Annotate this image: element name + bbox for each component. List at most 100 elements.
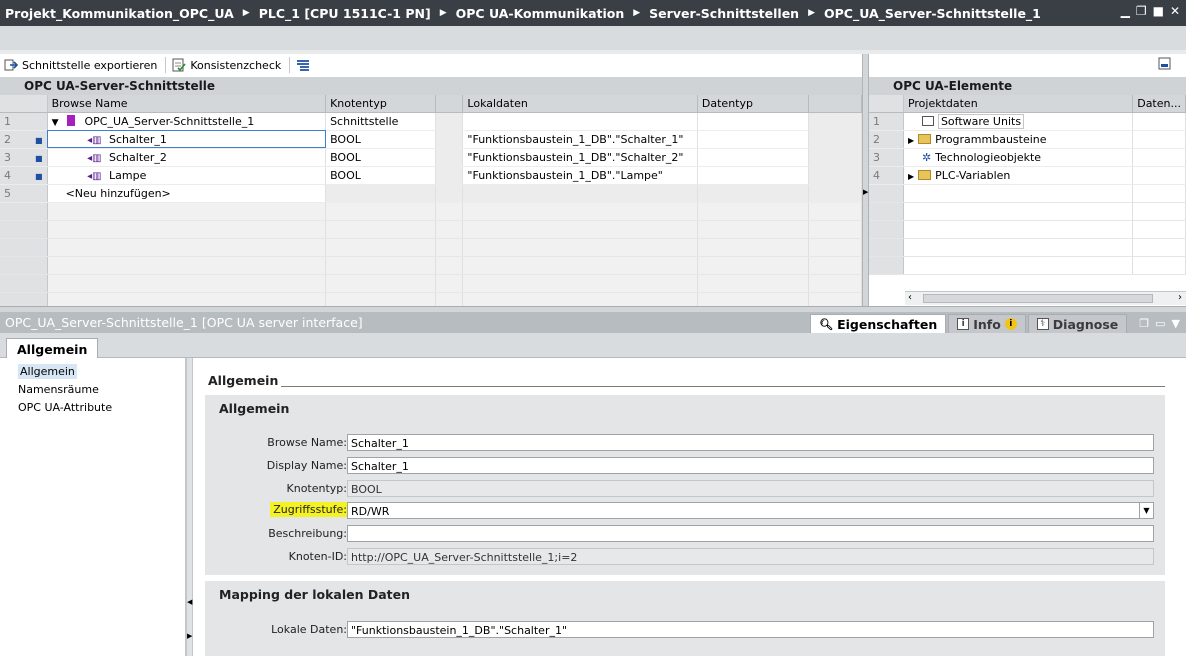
expand-right-arrow-icon[interactable]: ▶ [863,188,868,196]
restore-icon[interactable]: ❐ [1136,4,1147,18]
breadcrumb-separator-icon: ▶ [633,8,641,18]
browse-name-cell[interactable]: ◂▥ Lampe [47,166,327,185]
data-cell [1132,148,1186,167]
node-type-cell[interactable]: BOOL [325,166,437,185]
float-window-icon[interactable]: ❐ [1139,317,1149,330]
expand-arrow-icon[interactable]: ▶ [908,172,914,181]
display-name-field[interactable]: Schalter_1 [347,457,1154,474]
dropdown-arrow-icon[interactable]: ▼ [1139,503,1153,518]
column-data-type[interactable]: Datentyp [697,95,810,113]
collapse-arrow-icon[interactable]: ▼ [52,118,59,128]
tab-diagnose[interactable]: ⚕ Diagnose [1027,314,1128,333]
tab-properties[interactable]: 🔍︎ Eigenschaften [810,314,947,333]
breadcrumb-plc[interactable]: PLC_1 [CPU 1511C-1 PN] [259,6,431,21]
collapse-nav-arrow-icon[interactable]: ◀ [187,598,192,606]
browse-name-cell[interactable]: ◂▥ Schalter_1 [47,130,327,149]
empty-cell [462,220,698,239]
empty-cell [47,202,327,221]
display-name-label: Display Name: [266,459,347,472]
scroll-right-icon[interactable]: › [1178,292,1182,303]
tree-item-plc-tags[interactable]: ▶ PLC-Variablen [903,166,1134,185]
data-type-cell[interactable] [697,166,810,185]
minimize-panel-icon[interactable]: ▭ [1155,317,1165,330]
empty-cell [697,220,810,239]
horizontal-scrollbar[interactable]: ‹ › [905,291,1186,305]
vertical-splitter[interactable]: ▶ [862,54,869,306]
close-icon[interactable]: ✕ [1170,4,1180,18]
breadcrumb-server-interfaces[interactable]: Server-Schnittstellen [649,6,799,21]
empty-cell [808,256,862,275]
data-type-cell[interactable] [697,130,810,149]
column-filler [808,95,862,113]
tree-item-software-units[interactable]: Software Units [903,112,1134,131]
browse-name-cell[interactable]: <Neu hinzufügen> [47,184,327,203]
tree-item-program-blocks[interactable]: ▶ Programmbausteine [903,130,1134,149]
empty-row [869,184,1186,203]
row-number-text: 2 [4,132,11,146]
data-type-cell[interactable] [697,112,810,131]
tree-item[interactable]: 3 ✲ Technologieobjekte [869,148,1186,167]
minimize-icon[interactable]: ▁ [1121,4,1130,18]
tree-item-technology-objects[interactable]: ✲ Technologieobjekte [903,148,1134,167]
expand-nav-arrow-icon[interactable]: ▶ [187,632,192,640]
description-field[interactable] [347,525,1154,542]
local-data-cell[interactable] [462,112,698,131]
tree-item[interactable]: 2 ▶ Programmbausteine [869,130,1186,149]
column-local-data[interactable]: Lokaldaten [462,95,698,113]
column-project-data[interactable]: Projektdaten [903,95,1134,113]
scrollbar-thumb[interactable] [923,294,1153,303]
column-node-type[interactable]: Knotentyp [325,95,437,113]
node-type-cell[interactable]: BOOL [325,130,437,149]
local-data-cell[interactable]: "Funktionsbaustein_1_DB"."Schalter_1" [462,130,698,149]
nav-item-namespaces[interactable]: Namensräume [0,380,185,398]
scroll-left-icon[interactable]: ‹ [908,292,912,303]
table-row[interactable]: 2 ■ ◂▥ Schalter_1 BOOL "Funktionsbaustein… [0,130,862,149]
node-type-cell[interactable]: BOOL [325,148,437,167]
breadcrumb-project[interactable]: Projekt_Kommunikation_OPC_UA [5,6,234,21]
table-row[interactable]: 4 ■ ◂▥ Lampe BOOL "Funktionsbaustein_1_DB… [0,166,862,185]
empty-cell [435,238,464,257]
collapse-panel-icon[interactable]: ▼ [1172,317,1180,330]
panel-settings-icon[interactable] [1158,57,1172,74]
column-blank[interactable] [435,95,464,113]
nav-item-allgemein[interactable]: Allgemein [0,362,185,380]
nav-item-opcua-attributes[interactable]: OPC UA-Attribute [0,398,185,416]
add-new-row[interactable]: 5 <Neu hinzufügen> [0,184,862,203]
browse-name-field[interactable]: Schalter_1 [347,434,1154,451]
browse-name: Schalter_2 [109,150,167,164]
data-type-cell[interactable] [697,148,810,167]
node-type-cell[interactable]: Schnittstelle [325,112,437,131]
column-data[interactable]: Daten... [1132,95,1186,113]
local-data-label: Lokale Daten: [271,623,347,636]
local-data-cell[interactable]: "Funktionsbaustein_1_DB"."Lampe" [462,166,698,185]
empty-cell [808,220,862,239]
expand-arrow-icon[interactable]: ▶ [908,136,914,145]
export-interface-button[interactable]: Schnittstelle exportieren [0,55,163,75]
section-divider [281,386,1165,387]
node-id-field: http://OPC_UA_Server-Schnittstelle_1;i=2 [347,548,1154,565]
tree-item[interactable]: 4 ▶ PLC-Variablen [869,166,1186,185]
nav-splitter[interactable]: ◀ ▶ [186,358,193,656]
tab-info[interactable]: i Info i [948,314,1026,333]
local-data-cell[interactable]: "Funktionsbaustein_1_DB"."Schalter_2" [462,148,698,167]
browse-name-cell[interactable]: ▼ OPC_UA_Server-Schnittstelle_1 [47,112,327,131]
consistency-check-button[interactable]: Konsistenzcheck [168,55,287,75]
table-row[interactable]: 1 ▼ OPC_UA_Server-Schnittstelle_1 Schnit… [0,112,862,131]
nav-item-label: Namensräume [18,382,99,396]
table-row[interactable]: 3 ■ ◂▥ Schalter_2 BOOL "Funktionsbaustein… [0,148,862,167]
filler-cell [808,148,862,167]
access-level-dropdown[interactable]: RD/WR ▼ [347,502,1154,519]
info-icon: i [957,318,970,330]
node-type-field: BOOL [347,480,1154,497]
column-browse-name[interactable]: Browse Name [47,95,327,113]
browse-name-cell[interactable]: ◂▥ Schalter_2 [47,148,327,167]
local-data-field[interactable]: "Funktionsbaustein_1_DB"."Schalter_1" [347,621,1154,638]
tree-item[interactable]: 1 Software Units [869,112,1186,131]
list-view-button[interactable] [292,55,316,75]
breadcrumb-opcua[interactable]: OPC UA-Kommunikation [456,6,625,21]
add-new-label[interactable]: <Neu hinzufügen> [66,187,171,200]
breadcrumb-current[interactable]: OPC_UA_Server-Schnittstelle_1 [824,6,1041,21]
subtab-allgemein[interactable]: Allgemein [6,338,99,359]
row-number-header [0,95,48,113]
maximize-icon[interactable]: ■ [1153,4,1164,18]
